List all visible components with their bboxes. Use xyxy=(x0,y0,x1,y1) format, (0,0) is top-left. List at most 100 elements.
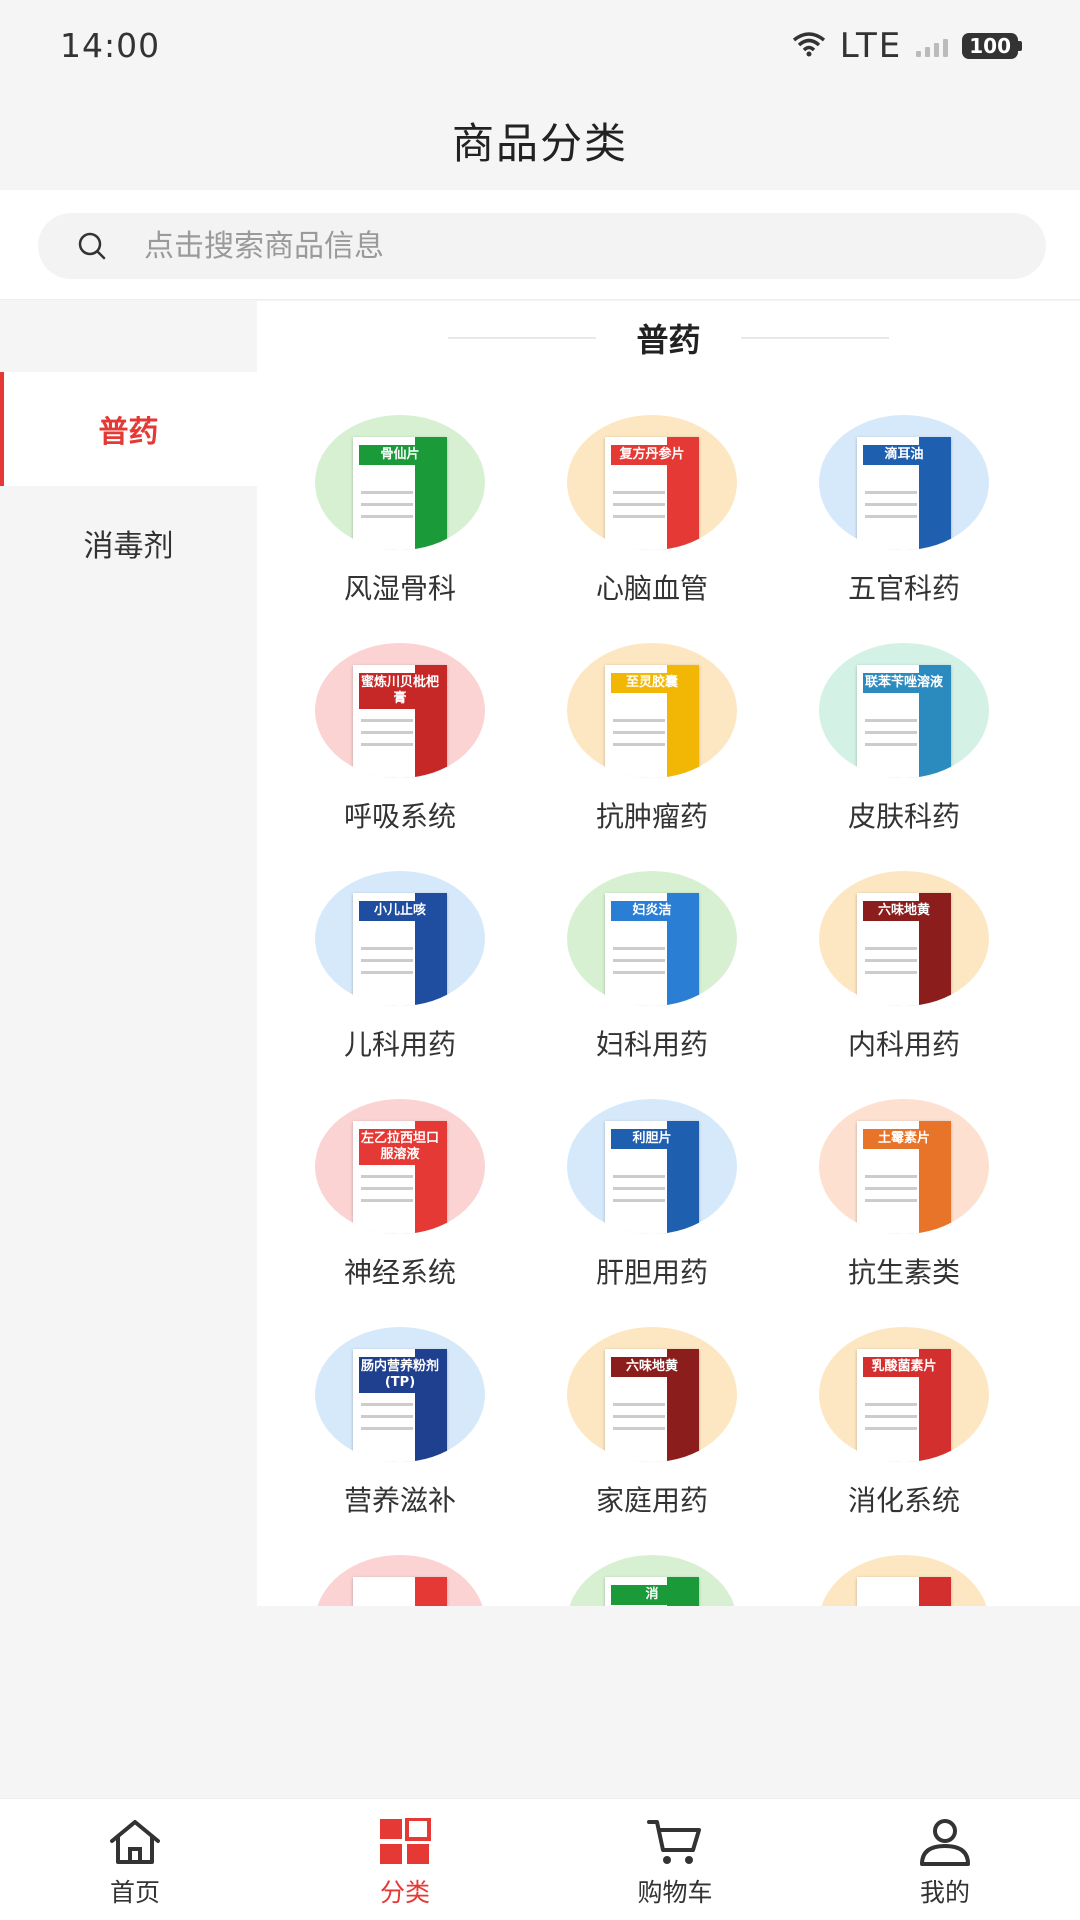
box-title: 小儿止咳 xyxy=(359,901,441,921)
tab-category[interactable]: 分类 xyxy=(270,1799,540,1920)
medicine-box-image: 利胆片 xyxy=(605,1121,699,1234)
medicine-box-image: 肠内营养粉剂(TP) xyxy=(353,1349,447,1462)
category-label: 肝胆用药 xyxy=(595,1256,708,1289)
search-bar xyxy=(0,190,1080,300)
bottom-tab-bar: 首页 分类 购物车 我的 xyxy=(0,1798,1080,1920)
tab-label: 购物车 xyxy=(637,1878,713,1907)
category-image: 六味地黄 xyxy=(819,871,989,1006)
medicine-box-image xyxy=(857,1577,951,1606)
status-indicators: LTE 100 xyxy=(792,26,1022,66)
sidebar-item-general-medicine[interactable]: 普药 xyxy=(0,372,257,486)
category-item[interactable]: 六味地黄 家庭用药 xyxy=(527,1327,777,1527)
wifi-icon xyxy=(792,31,826,61)
medicine-box-image: 消 xyxy=(605,1577,699,1606)
category-item[interactable] xyxy=(275,1555,525,1606)
category-label: 消化系统 xyxy=(847,1484,960,1517)
medicine-box-image: 左乙拉西坦口服溶液 xyxy=(353,1121,447,1234)
search-input[interactable] xyxy=(144,228,944,264)
section-title: 普药 xyxy=(636,321,701,359)
category-label: 内科用药 xyxy=(847,1028,960,1061)
medicine-box-image: 小儿止咳 xyxy=(353,893,447,1006)
sidebar-item-disinfectant[interactable]: 消毒剂 xyxy=(0,486,257,600)
category-image: 消 xyxy=(567,1555,737,1606)
category-image: 至灵胶囊 xyxy=(567,643,737,778)
category-image: 土霉素片 xyxy=(819,1099,989,1234)
tab-label: 首页 xyxy=(109,1878,160,1907)
category-image: 骨仙片 xyxy=(315,415,485,550)
category-image: 小儿止咳 xyxy=(315,871,485,1006)
medicine-box-image: 联苯苄唑溶液 xyxy=(857,665,951,778)
category-item[interactable]: 至灵胶囊 抗肿瘤药 xyxy=(527,643,777,843)
category-label: 营养滋补 xyxy=(343,1484,456,1517)
medicine-box-image: 至灵胶囊 xyxy=(605,665,699,778)
medicine-box-image: 土霉素片 xyxy=(857,1121,951,1234)
category-image: 蜜炼川贝枇杷膏 xyxy=(315,643,485,778)
category-item[interactable]: 小儿止咳 儿科用药 xyxy=(275,871,525,1071)
tab-label: 分类 xyxy=(379,1878,430,1907)
box-title: 土霉素片 xyxy=(863,1129,945,1149)
cart-icon xyxy=(647,1817,703,1867)
box-title: 乳酸菌素片 xyxy=(863,1357,945,1377)
category-item[interactable]: 骨仙片 风湿骨科 xyxy=(275,415,525,615)
category-label: 风湿骨科 xyxy=(343,572,456,605)
category-item[interactable]: 蜜炼川贝枇杷膏呼吸系统 xyxy=(275,643,525,843)
category-label: 皮肤科药 xyxy=(847,800,960,833)
medicine-box-image xyxy=(353,1577,447,1606)
medicine-box-image: 蜜炼川贝枇杷膏 xyxy=(353,665,447,778)
category-item[interactable]: 土霉素片 抗生素类 xyxy=(779,1099,1029,1299)
category-item[interactable]: 乳酸菌素片 消化系统 xyxy=(779,1327,1029,1527)
tab-cart[interactable]: 购物车 xyxy=(540,1799,810,1920)
category-image: 利胆片 xyxy=(567,1099,737,1234)
category-label: 儿科用药 xyxy=(343,1028,456,1061)
box-title: 妇炎洁 xyxy=(611,901,693,921)
network-type: LTE xyxy=(839,26,903,66)
category-item[interactable]: 复方丹参片 心脑血管 xyxy=(527,415,777,615)
tab-profile[interactable]: 我的 xyxy=(810,1799,1080,1920)
category-label: 抗肿瘤药 xyxy=(595,800,708,833)
home-icon xyxy=(107,1817,163,1867)
category-content: 普药 骨仙片 风湿骨科 复方丹参片 心脑血管 滴耳油 五官科药 蜜炼川贝枇杷膏 呼吸系统 至灵胶… xyxy=(257,301,1080,1606)
category-image: 复方丹参片 xyxy=(567,415,737,550)
medicine-box-image: 滴耳油 xyxy=(857,437,951,550)
status-bar: 14:00 LTE 100 xyxy=(0,0,1080,90)
medicine-box-image: 六味地黄 xyxy=(857,893,951,1006)
category-item[interactable] xyxy=(779,1555,1029,1606)
category-image xyxy=(819,1555,989,1606)
battery-level: 100 xyxy=(962,33,1018,59)
battery-icon: 100 xyxy=(962,33,1022,59)
tab-home[interactable]: 首页 xyxy=(0,1799,270,1920)
category-item[interactable]: 利胆片 肝胆用药 xyxy=(527,1099,777,1299)
category-item[interactable]: 左乙拉西坦口服溶液 神经系统 xyxy=(275,1099,525,1299)
signal-icon xyxy=(916,35,949,57)
category-item[interactable]: 消 xyxy=(527,1555,777,1606)
category-grid-icon xyxy=(377,1817,433,1867)
box-title: 六味地黄 xyxy=(611,1357,693,1377)
box-title: 肠内营养粉剂(TP) xyxy=(359,1357,441,1393)
box-title: 至灵胶囊 xyxy=(611,673,693,693)
category-image xyxy=(315,1555,485,1606)
category-item[interactable]: 六味地黄 内科用药 xyxy=(779,871,1029,1071)
search-icon xyxy=(76,230,108,262)
tab-label: 我的 xyxy=(919,1878,970,1907)
section-header: 普药 xyxy=(257,313,1080,363)
category-item[interactable]: 联苯苄唑溶液皮肤科药 xyxy=(779,643,1029,843)
search-box[interactable] xyxy=(38,213,1046,279)
box-title: 骨仙片 xyxy=(359,445,441,465)
medicine-box-image: 妇炎洁 xyxy=(605,893,699,1006)
status-time: 14:00 xyxy=(60,26,161,65)
category-item[interactable]: 妇炎洁 妇科用药 xyxy=(527,871,777,1071)
medicine-box-image: 六味地黄 xyxy=(605,1349,699,1462)
box-title: 消 xyxy=(611,1585,693,1605)
category-image: 肠内营养粉剂(TP) xyxy=(315,1327,485,1462)
category-image: 联苯苄唑溶液 xyxy=(819,643,989,778)
category-label: 妇科用药 xyxy=(595,1028,708,1061)
box-title: 复方丹参片 xyxy=(611,445,693,465)
category-item[interactable]: 肠内营养粉剂(TP) 营养滋补 xyxy=(275,1327,525,1527)
medicine-box-image: 复方丹参片 xyxy=(605,437,699,550)
category-image: 左乙拉西坦口服溶液 xyxy=(315,1099,485,1234)
box-title: 利胆片 xyxy=(611,1129,693,1149)
category-item[interactable]: 滴耳油 五官科药 xyxy=(779,415,1029,615)
divider xyxy=(740,337,889,339)
category-label: 呼吸系统 xyxy=(343,800,456,833)
box-title: 左乙拉西坦口服溶液 xyxy=(359,1129,441,1165)
